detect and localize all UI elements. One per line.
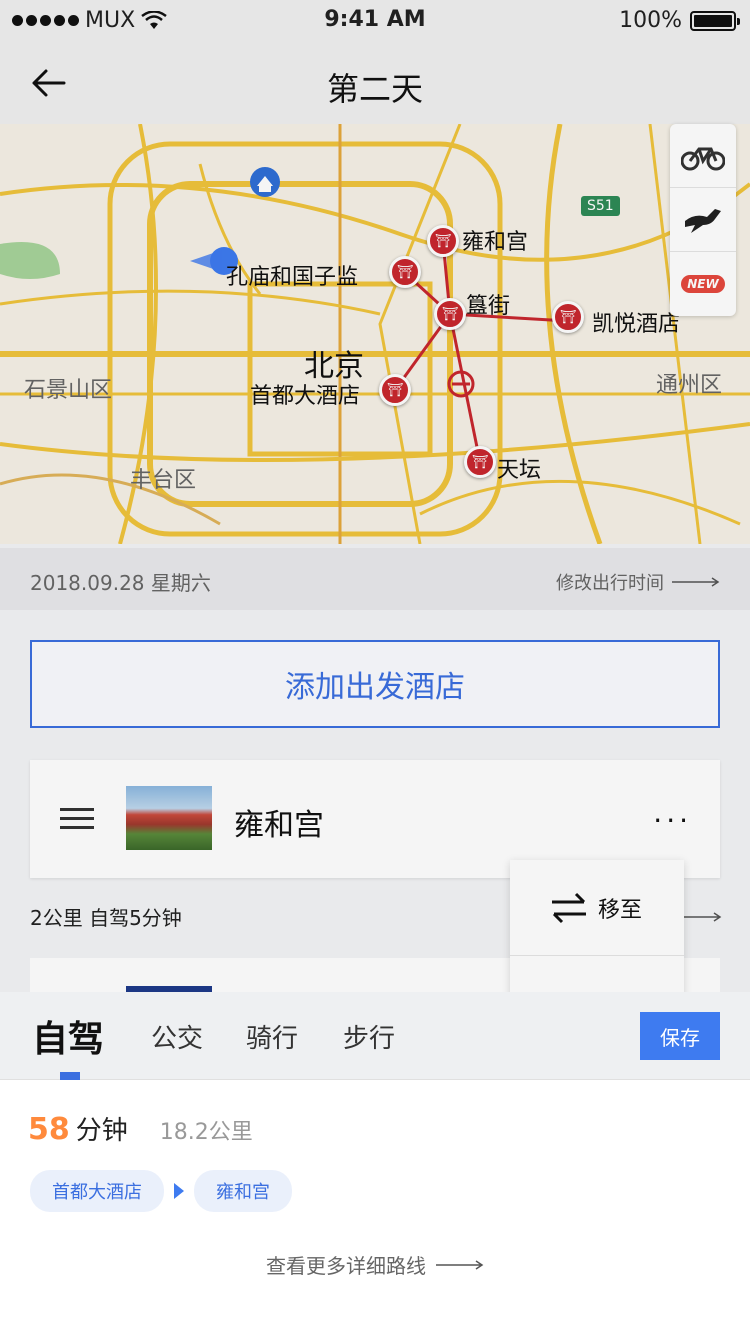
segment-distance: 2公里 自驾5分钟 <box>30 906 182 930</box>
map-label-kongmiao: 孔庙和国子监 <box>226 265 359 290</box>
modify-time-label: 修改出行时间 <box>556 573 664 594</box>
map-label-shoudu: 首都大酒店 <box>250 384 361 409</box>
status-bar: MUX 9:41 AM 100% <box>0 0 750 40</box>
status-right: 100% <box>619 8 740 33</box>
route-distance: 18.2公里 <box>159 1120 253 1145</box>
poi-pin-guijie[interactable]: ⛩ <box>434 298 466 330</box>
tab-transit[interactable]: 公交 <box>151 1018 203 1055</box>
date-row: 2018.09.28 星期六 修改出行时间 <box>0 548 750 610</box>
tab-indicator <box>60 1072 80 1080</box>
route-summary: 58 分钟 18.2公里 <box>28 1110 253 1147</box>
route-arrow-icon <box>174 1183 184 1199</box>
battery-percent: 100% <box>619 8 682 33</box>
trip-date: 2018.09.28 星期六 <box>30 571 211 595</box>
map-side-tools: NEW <box>670 124 736 316</box>
horse-icon <box>685 208 721 233</box>
route-map[interactable]: ⛩ ⛩ ⛩ ⛩ ⛩ ⛩ 雍和宫 孔庙和国子监 簋街 凯悦酒店 北京 首都大酒店 … <box>0 124 750 544</box>
modify-time-link[interactable]: 修改出行时间 <box>556 569 720 595</box>
map-label-fengtai: 丰台区 <box>130 468 197 493</box>
route-minutes-unit: 分钟 <box>75 1116 128 1146</box>
route-from-chip[interactable]: 首都大酒店 <box>30 1170 164 1212</box>
save-button[interactable]: 保存 <box>640 1012 720 1060</box>
more-options-popup: 移至 <box>510 860 684 1000</box>
segment-arrow-icon[interactable] <box>682 912 722 922</box>
route-to-chip[interactable]: 雍和宫 <box>194 1170 292 1212</box>
new-tool[interactable]: NEW <box>670 252 736 316</box>
poi-pin-yonghegong[interactable]: ⛩ <box>427 225 459 257</box>
new-badge: NEW <box>681 275 725 293</box>
poi-thumbnail <box>126 786 212 850</box>
tab-walk[interactable]: 步行 <box>343 1018 395 1055</box>
poi-pin-shoudu[interactable]: ⛩ <box>379 374 411 406</box>
map-label-tongzhou: 通州区 <box>656 373 723 398</box>
tab-drive[interactable]: 自驾 <box>32 1010 104 1062</box>
poi-pin-kongmiao[interactable]: ⛩ <box>389 256 421 288</box>
poi-pin-tiantan[interactable]: ⛩ <box>464 446 496 478</box>
move-to-item[interactable]: 移至 <box>510 860 684 956</box>
map-label-kaiyue: 凯悦酒店 <box>592 312 681 337</box>
map-label-s51: S51 <box>581 196 620 216</box>
tab-bike[interactable]: 骑行 <box>246 1018 298 1055</box>
arrow-right-icon <box>672 577 720 587</box>
map-label-guijie: 簋街 <box>466 294 511 319</box>
transport-tabs: 自驾 公交 骑行 步行 保存 <box>0 992 750 1080</box>
detail-route-link[interactable]: 查看更多详细路线 <box>0 1250 750 1279</box>
poi-pin-kaiyue[interactable]: ⛩ <box>552 301 584 333</box>
map-label-tiantan: 天坛 <box>497 458 542 483</box>
horse-tool[interactable] <box>670 188 736 252</box>
battery-icon <box>690 10 740 31</box>
route-endpoints: 首都大酒店 雍和宫 <box>30 1170 292 1212</box>
add-hotel-button[interactable]: 添加出发酒店 <box>30 640 720 728</box>
poi-name: 雍和宫 <box>234 808 324 843</box>
bike-tool[interactable] <box>670 124 736 188</box>
route-minutes: 58 <box>28 1112 70 1147</box>
map-label-yonghegong: 雍和宫 <box>462 230 529 255</box>
swap-icon <box>552 892 586 923</box>
arrow-right-icon <box>436 1259 484 1270</box>
route-sheet: 自驾 公交 骑行 步行 保存 58 分钟 18.2公里 首都大酒店 雍和宫 查看… <box>0 992 750 1334</box>
map-label-shijingshan: 石景山区 <box>24 378 113 403</box>
move-to-label: 移至 <box>598 897 643 923</box>
drag-handle-icon[interactable] <box>60 808 94 835</box>
bike-icon <box>681 147 725 170</box>
page-title: 第二天 <box>326 70 423 108</box>
more-options-button[interactable]: ··· <box>653 804 692 837</box>
detail-route-label: 查看更多详细路线 <box>266 1254 426 1278</box>
nav-bar: 第二天 <box>0 40 750 124</box>
